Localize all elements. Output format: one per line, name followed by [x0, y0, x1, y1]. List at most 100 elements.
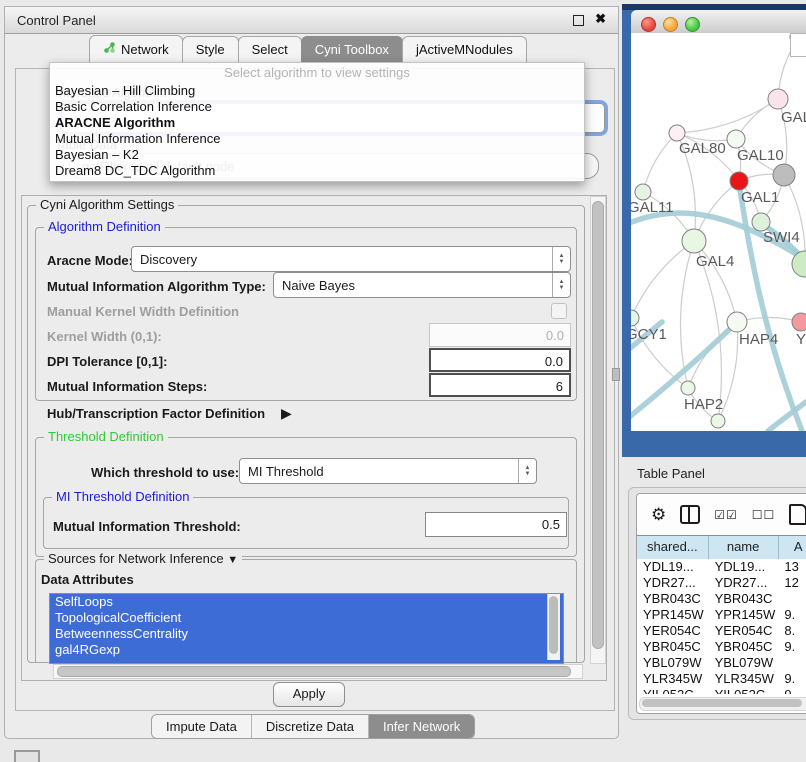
node-label: SWI4: [763, 229, 800, 246]
table-cell: 12: [778, 575, 806, 591]
dropdown-item[interactable]: Basic Correlation Inference: [50, 99, 584, 115]
tab-label: Select: [252, 42, 288, 57]
table-cell: YER054C: [637, 623, 709, 639]
expand-arrow-icon[interactable]: ▶: [281, 405, 292, 422]
gear-icon[interactable]: ⚙: [651, 506, 666, 523]
table-body: YDL19...YDL19...13YDR27...YDR27...12YBR0…: [637, 559, 806, 694]
network-node[interactable]: [773, 164, 795, 186]
table-row[interactable]: YPR145WYPR145W9.: [637, 607, 806, 623]
attribute-item[interactable]: SelfLoops: [50, 594, 563, 610]
column-header[interactable]: shared...: [637, 536, 709, 559]
scrollbar-thumb[interactable]: [642, 699, 802, 707]
table-row[interactable]: YDL19...YDL19...13: [637, 559, 806, 575]
network-scrollbar-fragment[interactable]: [790, 33, 806, 57]
minimized-panel-icon[interactable]: [14, 750, 40, 762]
panel-splitter-handle[interactable]: [612, 368, 620, 381]
mi-steps-input[interactable]: 6: [429, 373, 571, 397]
zoom-traffic-light-icon[interactable]: [685, 17, 700, 32]
dropdown-item-list: Bayesian – Hill ClimbingBasic Correlatio…: [50, 83, 584, 179]
scrollbar-thumb[interactable]: [549, 596, 558, 654]
tab-network[interactable]: Network: [89, 35, 183, 62]
network-node-gal1[interactable]: [730, 172, 748, 190]
network-node-gcy1[interactable]: [631, 310, 639, 326]
table-cell: YBR043C: [709, 591, 779, 607]
scrollbar-thumb[interactable]: [592, 201, 604, 649]
dropdown-item[interactable]: Mutual Information Inference: [50, 131, 584, 147]
aracne-mode-combo[interactable]: Discovery ▲▼: [131, 246, 571, 272]
tab-select[interactable]: Select: [238, 36, 302, 62]
table-cell: [778, 591, 806, 607]
scrollbar-thumb[interactable]: [57, 666, 571, 677]
table-horizontal-scrollbar[interactable]: [639, 697, 806, 711]
attribute-item[interactable]: BetweennessCentrality: [50, 626, 563, 642]
minimize-traffic-light-icon[interactable]: [663, 17, 678, 32]
settings-horizontal-scrollbar[interactable]: [53, 664, 583, 679]
network-node-hap4[interactable]: [727, 312, 747, 332]
network-node-gal11[interactable]: [635, 184, 651, 200]
tab-cyni-toolbox[interactable]: Cyni Toolbox: [301, 36, 403, 62]
dropdown-item[interactable]: Dream8 DC_TDC Algorithm: [50, 163, 584, 179]
close-icon[interactable]: ✖: [595, 11, 606, 27]
tab-impute-data[interactable]: Impute Data: [152, 715, 252, 738]
settings-vertical-scrollbar[interactable]: [590, 196, 606, 664]
node-label: GAL: [781, 109, 806, 126]
control-panel-titlebar[interactable]: Control Panel ✖: [5, 7, 618, 34]
function-builder-icon[interactable]: [789, 504, 806, 525]
float-window-icon[interactable]: [573, 15, 584, 26]
dpi-tolerance-input[interactable]: 0.0: [429, 348, 571, 372]
collapse-arrow-icon[interactable]: ▼: [227, 554, 238, 566]
table-row[interactable]: YBL079WYBL079W: [637, 655, 806, 671]
mi-threshold-input[interactable]: 0.5: [425, 512, 567, 537]
column-header[interactable]: name: [709, 536, 779, 559]
table-cell: YPR145W: [637, 607, 709, 623]
mi-type-label: Mutual Information Algorithm Type:: [47, 279, 266, 294]
table-cell: YLR345W: [637, 671, 709, 687]
stepper-icon[interactable]: ▲▼: [518, 459, 536, 483]
deselect-all-columns-icon[interactable]: ☐☐: [752, 508, 776, 522]
split-columns-icon[interactable]: [680, 505, 700, 524]
kernel-width-input[interactable]: 0.0: [429, 323, 571, 347]
dropdown-item[interactable]: ARACNE Algorithm: [50, 115, 584, 131]
table-toolbar: ⚙ ☑☑ ☐☐: [637, 494, 806, 536]
network-node-y[interactable]: [792, 313, 806, 331]
network-node-gal80[interactable]: [669, 125, 685, 141]
tab-style[interactable]: Style: [182, 36, 239, 62]
mi-threshold-label: Mutual Information Threshold:: [53, 519, 241, 534]
dropdown-item[interactable]: Bayesian – Hill Climbing: [50, 83, 584, 99]
network-canvas[interactable]: GALGAL80GAL10GAL1GAL11SWI4GAL4GCY1HAP4YH…: [631, 33, 806, 431]
network-node-gal[interactable]: [768, 89, 788, 109]
close-traffic-light-icon[interactable]: [641, 17, 656, 32]
table-cell: YBR045C: [637, 639, 709, 655]
table-row[interactable]: YBR045CYBR045C9.: [637, 639, 806, 655]
attribute-item[interactable]: gal4RGexp: [50, 642, 563, 658]
network-node-gal10[interactable]: [727, 130, 745, 148]
stepper-icon[interactable]: ▲▼: [552, 247, 570, 271]
network-node[interactable]: [711, 414, 725, 428]
column-header[interactable]: A: [779, 536, 806, 559]
node-label: GCY1: [631, 326, 667, 343]
attribute-item[interactable]: TopologicalCoefficient: [50, 610, 563, 626]
table-row[interactable]: YLR345WYLR345W9.: [637, 671, 806, 687]
table-row[interactable]: YDR27...YDR27...12: [637, 575, 806, 591]
manual-kernel-checkbox[interactable]: [551, 303, 567, 319]
attributes-scrollbar[interactable]: [547, 594, 560, 660]
mi-type-combo[interactable]: Naive Bayes ▲▼: [273, 272, 571, 298]
table-cell: 9.: [778, 671, 806, 687]
network-node-gal4[interactable]: [682, 229, 706, 253]
which-threshold-combo[interactable]: MI Threshold ▲▼: [239, 458, 537, 484]
tab-jactivemnodules[interactable]: jActiveMNodules: [402, 36, 527, 62]
tab-label: Cyni Toolbox: [315, 42, 389, 57]
dropdown-item[interactable]: Bayesian – K2: [50, 147, 584, 163]
network-edge: [677, 99, 778, 133]
network-node-hap2[interactable]: [681, 381, 695, 395]
table-row[interactable]: YIL052CYIL052C9: [637, 687, 806, 694]
select-all-columns-icon[interactable]: ☑☑: [714, 508, 738, 522]
table-row[interactable]: YER054CYER054C8.: [637, 623, 806, 639]
tab-discretize-data[interactable]: Discretize Data: [252, 715, 369, 738]
which-threshold-label: Which threshold to use:: [91, 465, 239, 480]
table-row[interactable]: YBR043CYBR043C: [637, 591, 806, 607]
tab-infer-network[interactable]: Infer Network: [369, 715, 474, 738]
apply-button[interactable]: Apply: [273, 682, 345, 707]
stepper-icon[interactable]: ▲▼: [552, 273, 570, 297]
network-window-titlebar[interactable]: [631, 10, 806, 34]
